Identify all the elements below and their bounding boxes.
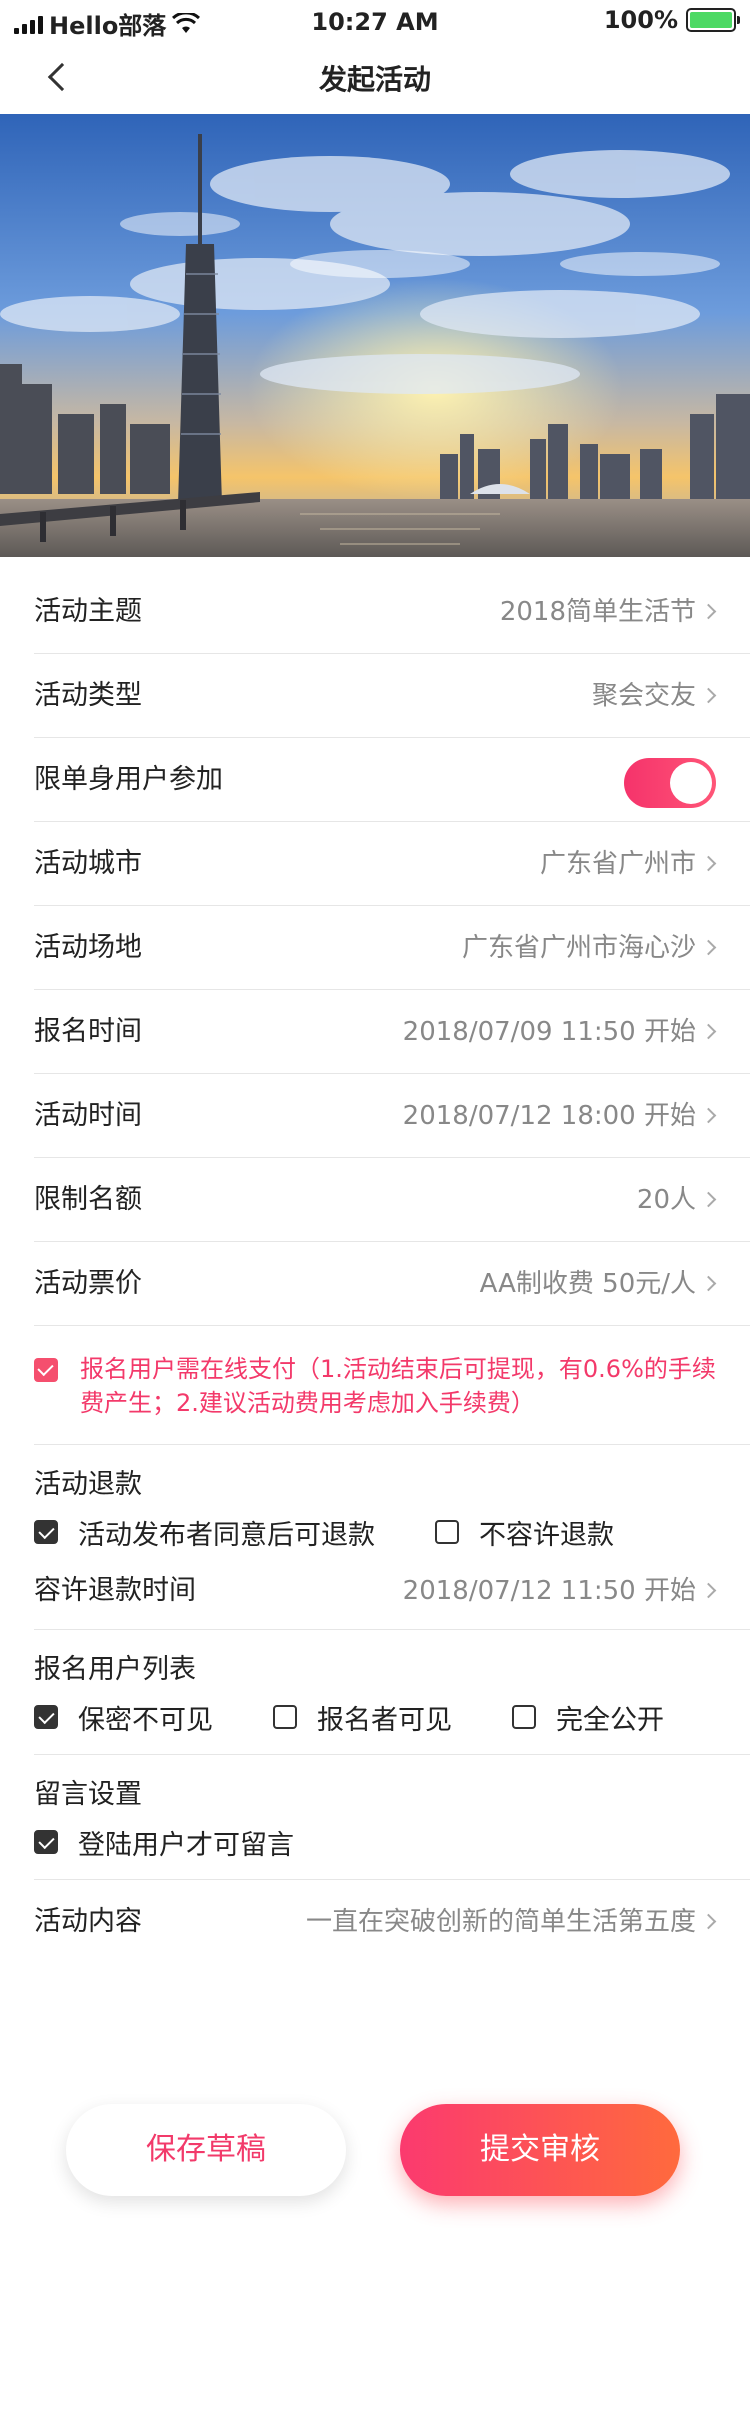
row-value: AA制收费 50元/人 xyxy=(479,1269,696,1299)
chevron-right-icon xyxy=(700,1582,717,1599)
row-singles-only: 限单身用户参加 xyxy=(34,738,750,822)
cover-skyline-illustration xyxy=(0,114,750,557)
comment-settings-title: 留言设置 xyxy=(34,1779,142,1810)
refund-section: 活动退款 活动发布者同意后可退款 不容许退款 容许退款时间 2018/07/12… xyxy=(34,1445,750,1630)
row-activity-content[interactable]: 活动内容 一直在突破创新的简单生活第五度 xyxy=(34,1880,750,1964)
status-bar: Hello部落 10:27 AM 100% xyxy=(0,0,750,40)
refund-time-value: 2018/07/12 11:50 开始 xyxy=(402,1576,696,1606)
comment-options: 登陆用户才可留言 xyxy=(34,1813,750,1871)
option-label: 报名者可见 xyxy=(317,1704,452,1736)
option-label: 保密不可见 xyxy=(78,1704,213,1736)
row-signup-time[interactable]: 报名时间 2018/07/09 11:50 开始 xyxy=(34,990,750,1074)
refund-option-none[interactable]: 不容许退款 xyxy=(435,1513,614,1552)
comment-settings-section: 留言设置 登陆用户才可留言 xyxy=(34,1755,750,1880)
row-label: 活动类型 xyxy=(34,680,142,711)
chevron-right-icon xyxy=(700,1023,717,1040)
row-label: 限单身用户参加 xyxy=(34,764,223,795)
refund-title: 活动退款 xyxy=(34,1469,142,1500)
online-payment-checkbox[interactable] xyxy=(34,1358,58,1382)
chevron-right-icon xyxy=(700,687,717,704)
refund-options: 活动发布者同意后可退款 不容许退款 xyxy=(34,1503,750,1561)
option-label: 不容许退款 xyxy=(479,1519,614,1551)
refund-option-approval[interactable]: 活动发布者同意后可退款 xyxy=(34,1513,375,1552)
chevron-right-icon xyxy=(700,1913,717,1930)
chevron-right-icon xyxy=(700,1191,717,1208)
signup-list-section: 报名用户列表 保密不可见 报名者可见 完全公开 xyxy=(34,1630,750,1755)
row-activity-theme[interactable]: 活动主题 2018简单生活节 xyxy=(34,570,750,654)
row-label: 活动主题 xyxy=(34,596,142,627)
row-label: 限制名额 xyxy=(34,1184,142,1215)
save-draft-button[interactable]: 保存草稿 xyxy=(66,2104,346,2196)
row-activity-city[interactable]: 活动城市 广东省广州市 xyxy=(34,822,750,906)
chevron-right-icon xyxy=(700,1107,717,1124)
refund-time-row[interactable]: 容许退款时间 2018/07/12 11:50 开始 xyxy=(34,1561,750,1621)
row-activity-time[interactable]: 活动时间 2018/07/12 18:00 开始 xyxy=(34,1074,750,1158)
row-value: 一直在突破创新的简单生活第五度 xyxy=(305,1907,696,1937)
chevron-right-icon xyxy=(700,939,717,956)
row-label: 活动票价 xyxy=(34,1268,142,1299)
option-label: 完全公开 xyxy=(556,1704,664,1736)
option-label: 活动发布者同意后可退款 xyxy=(78,1519,375,1551)
checkbox-unchecked[interactable] xyxy=(273,1705,297,1729)
row-value: 20人 xyxy=(636,1185,696,1215)
battery-percent: 100% xyxy=(603,6,678,34)
row-value: 2018/07/09 11:50 开始 xyxy=(402,1017,696,1047)
battery-icon xyxy=(686,8,740,32)
online-payment-notice: 报名用户需在线支付（1.活动结束后可提现，有0.6%的手续费产生；2.建议活动费… xyxy=(34,1326,750,1445)
row-value: 广东省广州市 xyxy=(539,849,696,879)
row-value: 2018简单生活节 xyxy=(499,597,696,627)
cover-image[interactable] xyxy=(0,114,750,557)
nav-bar: 发起活动 xyxy=(0,40,750,114)
row-value: 广东省广州市海心沙 xyxy=(461,933,696,963)
row-ticket-price[interactable]: 活动票价 AA制收费 50元/人 xyxy=(34,1242,750,1326)
singles-only-toggle[interactable] xyxy=(624,758,716,808)
action-buttons: 保存草稿 提交审核 xyxy=(0,2104,750,2200)
row-value: 聚会交友 xyxy=(591,681,696,711)
chevron-right-icon xyxy=(700,1275,717,1292)
comment-option-logged-in[interactable]: 登陆用户才可留言 xyxy=(34,1823,294,1862)
row-activity-venue[interactable]: 活动场地 广东省广州市海心沙 xyxy=(34,906,750,990)
option-label: 登陆用户才可留言 xyxy=(78,1829,294,1861)
chevron-right-icon xyxy=(700,603,717,620)
checkbox-checked[interactable] xyxy=(34,1705,58,1729)
row-value: 2018/07/12 18:00 开始 xyxy=(402,1101,696,1131)
visibility-option-private[interactable]: 保密不可见 xyxy=(34,1698,213,1737)
row-quota[interactable]: 限制名额 20人 xyxy=(34,1158,750,1242)
page-title: 发起活动 xyxy=(318,63,431,96)
toggle-knob xyxy=(670,762,712,804)
signup-list-title: 报名用户列表 xyxy=(34,1654,196,1685)
online-payment-text: 报名用户需在线支付（1.活动结束后可提现，有0.6%的手续费产生；2.建议活动费… xyxy=(80,1355,716,1417)
chevron-right-icon xyxy=(700,855,717,872)
checkbox-unchecked[interactable] xyxy=(435,1520,459,1544)
status-right: 100% xyxy=(603,6,740,34)
signup-list-options: 保密不可见 报名者可见 完全公开 xyxy=(34,1688,750,1746)
row-label: 报名时间 xyxy=(34,1016,142,1047)
visibility-option-applicants[interactable]: 报名者可见 xyxy=(273,1698,452,1737)
form: 活动主题 2018简单生活节 活动类型 聚会交友 限单身用户参加 活动城市 广东… xyxy=(0,570,750,1964)
row-label: 活动时间 xyxy=(34,1100,142,1131)
row-label: 活动城市 xyxy=(34,848,142,879)
row-label: 活动场地 xyxy=(34,932,142,963)
row-label: 活动内容 xyxy=(34,1906,142,1937)
checkbox-checked[interactable] xyxy=(34,1830,58,1854)
refund-time-label: 容许退款时间 xyxy=(34,1575,196,1606)
checkbox-checked[interactable] xyxy=(34,1520,58,1544)
visibility-option-public[interactable]: 完全公开 xyxy=(512,1698,664,1737)
submit-review-button[interactable]: 提交审核 xyxy=(400,2104,680,2196)
row-activity-type[interactable]: 活动类型 聚会交友 xyxy=(34,654,750,738)
checkbox-unchecked[interactable] xyxy=(512,1705,536,1729)
